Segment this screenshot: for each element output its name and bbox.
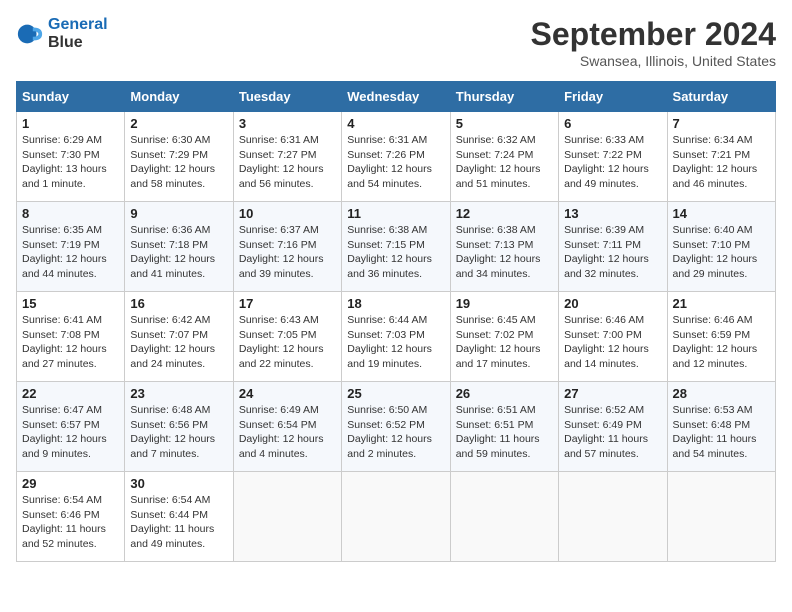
day-cell-19: 19 Sunrise: 6:45 AMSunset: 7:02 PMDaylig… (450, 292, 558, 382)
calendar-table: Sunday Monday Tuesday Wednesday Thursday… (16, 81, 776, 562)
col-sunday: Sunday (17, 82, 125, 112)
empty-cell (667, 472, 775, 562)
logo-text: General Blue (48, 16, 108, 52)
empty-cell (342, 472, 450, 562)
month-title: September 2024 (531, 16, 776, 53)
col-monday: Monday (125, 82, 233, 112)
week-row: 8 Sunrise: 6:35 AMSunset: 7:19 PMDayligh… (17, 202, 776, 292)
col-thursday: Thursday (450, 82, 558, 112)
page-header: General Blue September 2024 Swansea, Ill… (16, 16, 776, 69)
day-cell-26: 26 Sunrise: 6:51 AMSunset: 6:51 PMDaylig… (450, 382, 558, 472)
day-cell-22: 22 Sunrise: 6:47 AMSunset: 6:57 PMDaylig… (17, 382, 125, 472)
day-cell-6: 6 Sunrise: 6:33 AMSunset: 7:22 PMDayligh… (559, 112, 667, 202)
day-cell-21: 21 Sunrise: 6:46 AMSunset: 6:59 PMDaylig… (667, 292, 775, 382)
day-cell-30: 30 Sunrise: 6:54 AMSunset: 6:44 PMDaylig… (125, 472, 233, 562)
week-row: 29 Sunrise: 6:54 AMSunset: 6:46 PMDaylig… (17, 472, 776, 562)
title-block: September 2024 Swansea, Illinois, United… (531, 16, 776, 69)
day-cell-9: 9 Sunrise: 6:36 AMSunset: 7:18 PMDayligh… (125, 202, 233, 292)
day-cell-18: 18 Sunrise: 6:44 AMSunset: 7:03 PMDaylig… (342, 292, 450, 382)
day-cell-5: 5 Sunrise: 6:32 AMSunset: 7:24 PMDayligh… (450, 112, 558, 202)
day-cell-3: 3 Sunrise: 6:31 AMSunset: 7:27 PMDayligh… (233, 112, 341, 202)
day-cell-20: 20 Sunrise: 6:46 AMSunset: 7:00 PMDaylig… (559, 292, 667, 382)
day-cell-11: 11 Sunrise: 6:38 AMSunset: 7:15 PMDaylig… (342, 202, 450, 292)
col-wednesday: Wednesday (342, 82, 450, 112)
week-row: 15 Sunrise: 6:41 AMSunset: 7:08 PMDaylig… (17, 292, 776, 382)
day-cell-13: 13 Sunrise: 6:39 AMSunset: 7:11 PMDaylig… (559, 202, 667, 292)
header-row: Sunday Monday Tuesday Wednesday Thursday… (17, 82, 776, 112)
day-cell-23: 23 Sunrise: 6:48 AMSunset: 6:56 PMDaylig… (125, 382, 233, 472)
day-cell-8: 8 Sunrise: 6:35 AMSunset: 7:19 PMDayligh… (17, 202, 125, 292)
logo: General Blue (16, 16, 108, 52)
day-cell-16: 16 Sunrise: 6:42 AMSunset: 7:07 PMDaylig… (125, 292, 233, 382)
col-tuesday: Tuesday (233, 82, 341, 112)
calendar-header: Sunday Monday Tuesday Wednesday Thursday… (17, 82, 776, 112)
location: Swansea, Illinois, United States (531, 53, 776, 69)
day-cell-29: 29 Sunrise: 6:54 AMSunset: 6:46 PMDaylig… (17, 472, 125, 562)
logo-icon (16, 20, 44, 48)
week-row: 1 Sunrise: 6:29 AMSunset: 7:30 PMDayligh… (17, 112, 776, 202)
day-cell-15: 15 Sunrise: 6:41 AMSunset: 7:08 PMDaylig… (17, 292, 125, 382)
week-row: 22 Sunrise: 6:47 AMSunset: 6:57 PMDaylig… (17, 382, 776, 472)
day-cell-28: 28 Sunrise: 6:53 AMSunset: 6:48 PMDaylig… (667, 382, 775, 472)
day-cell-17: 17 Sunrise: 6:43 AMSunset: 7:05 PMDaylig… (233, 292, 341, 382)
day-cell-14: 14 Sunrise: 6:40 AMSunset: 7:10 PMDaylig… (667, 202, 775, 292)
empty-cell (559, 472, 667, 562)
calendar-body: 1 Sunrise: 6:29 AMSunset: 7:30 PMDayligh… (17, 112, 776, 562)
day-cell-25: 25 Sunrise: 6:50 AMSunset: 6:52 PMDaylig… (342, 382, 450, 472)
day-cell-7: 7 Sunrise: 6:34 AMSunset: 7:21 PMDayligh… (667, 112, 775, 202)
day-cell-12: 12 Sunrise: 6:38 AMSunset: 7:13 PMDaylig… (450, 202, 558, 292)
empty-cell (233, 472, 341, 562)
day-cell-4: 4 Sunrise: 6:31 AMSunset: 7:26 PMDayligh… (342, 112, 450, 202)
day-cell-24: 24 Sunrise: 6:49 AMSunset: 6:54 PMDaylig… (233, 382, 341, 472)
day-cell-27: 27 Sunrise: 6:52 AMSunset: 6:49 PMDaylig… (559, 382, 667, 472)
day-cell-2: 2 Sunrise: 6:30 AMSunset: 7:29 PMDayligh… (125, 112, 233, 202)
col-friday: Friday (559, 82, 667, 112)
day-cell-1: 1 Sunrise: 6:29 AMSunset: 7:30 PMDayligh… (17, 112, 125, 202)
empty-cell (450, 472, 558, 562)
col-saturday: Saturday (667, 82, 775, 112)
day-cell-10: 10 Sunrise: 6:37 AMSunset: 7:16 PMDaylig… (233, 202, 341, 292)
